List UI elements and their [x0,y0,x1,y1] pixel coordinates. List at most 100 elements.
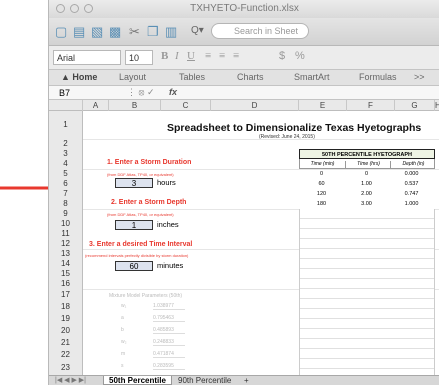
cell: 60 [318,181,325,187]
storm-depth-input[interactable]: 1 [115,220,153,230]
params-title: Mixture Model Parameters (50th) [109,293,183,299]
column-header[interactable]: D [211,100,299,111]
copy-icon[interactable]: ❐ [147,24,159,40]
column-header[interactable]: B [109,100,161,111]
row-header[interactable]: 17 [49,289,83,301]
cell: 3.00 [361,201,372,207]
param-name: w₂ [121,339,127,345]
row-header[interactable]: 8 [49,199,83,209]
row-header[interactable]: 10 [49,219,83,229]
search-input[interactable]: Search in Sheet [211,23,309,39]
table-row: 60 1.00 0.537 [299,179,435,189]
step1-label: 1. Enter a Storm Duration [107,159,192,166]
fx-icon[interactable]: fx [169,87,177,97]
underline-icon[interactable]: U [187,50,195,62]
row-header[interactable]: 4 [49,159,83,169]
currency-icon[interactable]: $ [279,50,285,62]
cell: 1.000 [404,201,419,207]
row-header[interactable]: 14 [49,259,83,269]
name-box[interactable]: B7 [59,88,119,98]
ribbon-tabs: ▲ Home Layout Tables Charts SmartArt For… [49,70,439,86]
standard-toolbar: ▢ ▤ ▧ ▩ ✂ ❐ ▥ Q▾ Search in Sheet [49,18,439,46]
row-header[interactable]: 20 [49,325,83,337]
param-value: 0.283595 [153,363,185,370]
row-header[interactable]: 16 [49,279,83,289]
params-row: w₂ 0.248833 [109,337,189,349]
worksheet-grid[interactable]: 1 2 3 4 5 6 7 8 9 10 11 12 13 14 15 16 1… [49,111,439,375]
font-select[interactable]: Arial [53,50,121,65]
row-header[interactable]: 15 [49,269,83,279]
row-header[interactable]: 3 [49,149,83,159]
column-header[interactable]: C [161,100,211,111]
params-row: s 0.283595 [109,361,189,373]
new-document-icon[interactable]: ▢ [55,24,67,40]
row-header[interactable]: 7 [49,189,83,199]
align-right-icon[interactable]: ≡ [233,50,239,62]
storm-duration-input[interactable]: 3 [115,178,153,188]
column-header[interactable]: H [435,100,439,111]
row-header[interactable]: 2 [49,139,83,149]
print-icon[interactable]: ▩ [109,24,121,40]
formula-controls-icon[interactable]: ⋮ ⦻ ✓ [127,87,155,98]
bold-icon[interactable]: B [161,50,168,62]
param-name: s [121,363,124,369]
param-name: a [121,315,124,321]
column-header[interactable]: G [395,100,435,111]
step3-label: 3. Enter a desired Time Interval [89,241,193,248]
table-row: 0 0 0.000 [299,169,435,179]
step3-note: (recommend intervals perfectly divisible… [85,253,189,258]
step2-label: 2. Enter a Storm Depth [111,199,187,206]
row-header[interactable]: 1 [49,111,83,139]
percent-icon[interactable]: % [295,50,305,62]
search-dropdown-icon[interactable]: Q▾ [191,25,204,36]
column-headers: A B C D E F G H [49,100,439,111]
column-header[interactable]: A [83,100,109,111]
select-all-corner[interactable] [49,100,83,111]
ribbon-tab-smartart[interactable]: SmartArt [294,72,330,82]
param-name: m [121,351,126,357]
table-row: 180 3.00 1.000 [299,199,435,209]
ribbon-tab-formulas[interactable]: Formulas [359,72,397,82]
ribbon-tab-layout[interactable]: Layout [119,72,146,82]
italic-icon[interactable]: I [175,50,179,62]
row-header[interactable]: 18 [49,301,83,313]
hyetograph-header-row: Time (min) Time (hrs) Depth (in) [299,159,435,169]
sheet-tab-90th[interactable]: 90th Percentile [173,376,236,385]
formula-bar: B7 ⋮ ⦻ ✓ fx [49,86,439,100]
paste-icon[interactable]: ▥ [165,24,177,40]
param-value: 0.248833 [153,339,185,346]
header-cell: Time (hrs) [345,161,391,169]
step2-note: (from DDF Atlas, TP40, or equivalent) [107,212,174,217]
cut-icon[interactable]: ✂ [129,24,140,40]
save-icon[interactable]: ▧ [91,24,103,40]
row-header[interactable]: 13 [49,249,83,259]
sheet-tab-50th[interactable]: 50th Percentile [103,376,172,385]
align-center-icon[interactable]: ≡ [219,50,225,62]
row-header[interactable]: 19 [49,313,83,325]
ribbon-more-button[interactable]: >> [414,72,425,82]
row-header[interactable]: 5 [49,169,83,179]
font-size-select[interactable]: 10 [125,50,153,65]
open-folder-icon[interactable]: ▤ [73,24,85,40]
row-header[interactable]: 21 [49,337,83,349]
row-header[interactable]: 11 [49,229,83,239]
align-left-icon[interactable]: ≡ [205,50,211,62]
ribbon-tab-charts[interactable]: Charts [237,72,264,82]
column-header[interactable]: F [347,100,395,111]
params-row: w₁ 1.038977 [109,301,189,313]
row-header[interactable]: 9 [49,209,83,219]
ribbon-tab-tables[interactable]: Tables [179,72,205,82]
param-name: b [121,327,124,333]
add-sheet-button[interactable]: + [239,376,254,385]
row-header[interactable]: 23 [49,361,83,375]
column-header[interactable]: E [299,100,347,111]
params-row: m 0.471874 [109,349,189,361]
row-header[interactable]: 6 [49,179,83,189]
row-header[interactable]: 12 [49,239,83,249]
time-interval-input[interactable]: 60 [115,261,153,271]
step1-note: (from DDF Atlas, TP40, or equivalent) [107,172,174,177]
sheet-nav-arrows-icon[interactable]: |◀ ◀ ▶ ▶| [55,376,86,384]
param-value: 0.485893 [153,327,185,334]
row-header[interactable]: 22 [49,349,83,361]
ribbon-tab-home[interactable]: ▲ Home [61,72,97,82]
